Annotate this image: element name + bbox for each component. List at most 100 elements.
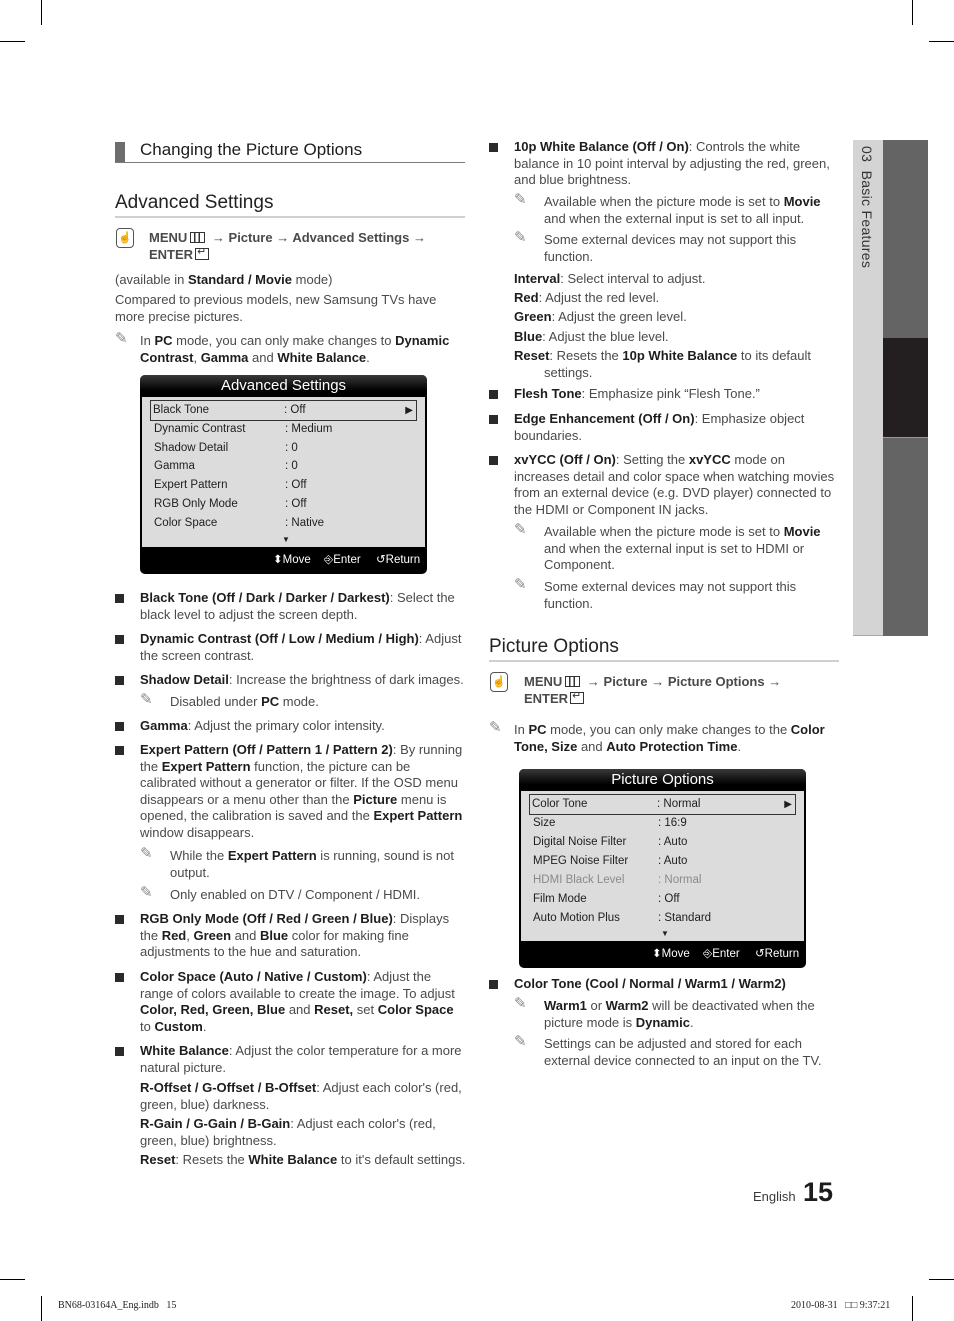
osd-row-dynamic-contrast[interactable]: Dynamic Contrast: Medium bbox=[152, 420, 415, 439]
text: Return bbox=[764, 948, 800, 960]
scroll-down-icon[interactable]: ▼ bbox=[282, 535, 290, 544]
side-block-lower bbox=[883, 437, 928, 636]
wb10-reset: Reset: Resets the 10p White Balance to i… bbox=[514, 348, 849, 381]
expert-pattern-note-inputs: ✎ Only enabled on DTV / Component / HDMI… bbox=[140, 884, 465, 904]
osd-row-black-tone[interactable]: Black Tone: Off ▶ bbox=[150, 400, 417, 421]
print-slug-timestamp: 2010-08-31 □□ 9:37:21 bbox=[791, 1300, 891, 1311]
note-pencil-icon: ✎ bbox=[140, 691, 153, 708]
right-arrow-icon: ▶ bbox=[784, 799, 792, 810]
note-pencil-icon: ✎ bbox=[489, 719, 502, 736]
text: Red bbox=[161, 927, 187, 943]
bullet-icon bbox=[489, 980, 498, 989]
item-gamma: Gamma: Adjust the primary color intensit… bbox=[115, 718, 465, 735]
text: Green bbox=[514, 309, 552, 324]
bullet-icon bbox=[489, 390, 498, 399]
text: : Native bbox=[285, 517, 324, 529]
text: mode, you can only make changes to bbox=[172, 333, 396, 348]
item-white-balance: White Balance: Adjust the color temperat… bbox=[115, 1043, 467, 1169]
text: : Adjust the red level. bbox=[538, 290, 660, 305]
text: Reset, bbox=[314, 1002, 354, 1017]
item-black-tone: Black Tone (Off / Dark / Darker / Darkes… bbox=[115, 590, 465, 623]
text: (available in bbox=[115, 272, 188, 287]
text: Basic Features bbox=[859, 170, 875, 269]
text: : Resets the bbox=[549, 348, 623, 363]
osd-body: Color Tone: Normal ▶ Size: 16:9 Digital N… bbox=[521, 791, 804, 941]
text: White Balance bbox=[277, 349, 367, 365]
text: Digital Noise Filter bbox=[533, 836, 627, 848]
color-tone-note-devices: ✎ Settings can be adjusted and stored fo… bbox=[514, 1033, 839, 1069]
text: White Balance bbox=[248, 1152, 338, 1167]
osd-row-mpeg-noise-filter[interactable]: MPEG Noise Filter: Auto bbox=[531, 852, 794, 871]
menu-label: MENU bbox=[149, 230, 188, 245]
picture-options-pc-note: ✎ In PC mode, you can only make changes … bbox=[489, 719, 834, 755]
crop-mark bbox=[912, 1296, 913, 1321]
osd-row-auto-motion-plus[interactable]: Auto Motion Plus: Standard bbox=[531, 909, 794, 928]
text: . bbox=[689, 1014, 694, 1030]
enter-icon bbox=[195, 244, 210, 261]
item-10p-white-balance: 10p White Balance (Off / On): Controls t… bbox=[489, 139, 834, 189]
text: MPEG Noise Filter bbox=[533, 855, 629, 867]
text: : Adjust the blue level. bbox=[542, 329, 669, 344]
scroll-down-icon[interactable]: ▼ bbox=[661, 929, 669, 938]
item-expert-pattern: Expert Pattern (Off / Pattern 1 / Patter… bbox=[115, 742, 465, 841]
text: In bbox=[514, 722, 529, 737]
picture-options-heading: Picture Options bbox=[489, 636, 839, 662]
bullet-icon bbox=[489, 415, 498, 424]
text: Some external devices may not support th… bbox=[544, 579, 797, 611]
text: and when the external input is set to HD… bbox=[544, 540, 805, 573]
osd-row-color-space[interactable]: Color Space: Native bbox=[152, 514, 415, 533]
text: 10p White Balance bbox=[622, 348, 738, 363]
text: : Standard bbox=[658, 912, 712, 924]
osd-row-shadow-detail[interactable]: Shadow Detail: 0 bbox=[152, 439, 415, 458]
note-pencil-icon: ✎ bbox=[514, 191, 527, 208]
text: Shadow Detail bbox=[140, 672, 229, 687]
item-xvycc: xvYCC (Off / On): Setting the xvYCC mode… bbox=[489, 452, 836, 518]
text: and bbox=[577, 738, 607, 754]
text: Film Mode bbox=[533, 893, 587, 905]
osd-row-film-mode[interactable]: Film Mode : Off bbox=[531, 890, 794, 909]
footer-language: English bbox=[753, 1189, 796, 1204]
item-flesh-tone: Flesh Tone: Emphasize pink “Flesh Tone.” bbox=[489, 386, 834, 403]
text: Return bbox=[385, 554, 421, 566]
text: : Auto bbox=[658, 836, 688, 848]
text: : 16:9 bbox=[658, 817, 687, 829]
text: R-Offset / G-Offset / B-Offset bbox=[140, 1080, 317, 1095]
return-hint: ↺ Return bbox=[755, 942, 799, 966]
osd-row-hdmi-black-level: HDMI Black Level: Normal bbox=[531, 871, 794, 890]
text: Some external devices may not support th… bbox=[544, 232, 797, 264]
text: Movie bbox=[783, 194, 821, 209]
text: : Increase the brightness of dark images… bbox=[228, 672, 464, 687]
xvycc-note-devices: ✎ Some external devices may not support … bbox=[514, 576, 814, 612]
section-title: Changing the Picture Options bbox=[140, 140, 363, 159]
text: Available when the picture mode is set t… bbox=[544, 194, 784, 209]
osd-row-size[interactable]: Size: 16:9 bbox=[531, 814, 794, 833]
osd-row-digital-noise-filter[interactable]: Digital Noise Filter : Auto bbox=[531, 833, 794, 852]
bullet-icon bbox=[115, 635, 124, 644]
text: Gamma bbox=[154, 460, 195, 472]
remote-hand-icon: ☝ bbox=[490, 672, 508, 692]
osd-row-color-tone[interactable]: Color Tone: Normal ▶ bbox=[529, 794, 796, 815]
osd-row-rgb-only-mode[interactable]: RGB Only Mode: Off bbox=[152, 495, 415, 514]
bullet-icon bbox=[115, 973, 124, 982]
chapter-side-tab: 03 Basic Features bbox=[853, 140, 883, 636]
crop-mark bbox=[929, 41, 954, 42]
text: White Balance bbox=[140, 1043, 229, 1058]
text: Reset bbox=[514, 348, 550, 363]
note-pencil-icon: ✎ bbox=[514, 521, 527, 538]
text: Only enabled on DTV / Component / HDMI. bbox=[170, 887, 421, 902]
osd-row-expert-pattern[interactable]: Expert Pattern: Off bbox=[152, 476, 415, 495]
print-slug-file: BN68-03164A_Eng.indb 15 bbox=[58, 1300, 177, 1311]
color-tone-note-warm: ✎ Warm1 or Warm2 will be deactivated whe… bbox=[514, 995, 834, 1031]
crop-mark bbox=[41, 1296, 42, 1321]
text: 10p White Balance (Off / On) bbox=[514, 139, 689, 154]
text: Dynamic Contrast bbox=[154, 423, 246, 435]
text: : Off bbox=[658, 893, 680, 905]
note-pencil-icon: ✎ bbox=[140, 845, 153, 862]
osd-footer: ⬍ Move ⎆ Enter ↺ Return bbox=[140, 548, 427, 574]
side-block-upper bbox=[883, 140, 928, 338]
menu-path-text: → Picture → Advanced Settings → bbox=[211, 230, 426, 245]
text: to it's default settings. bbox=[337, 1152, 466, 1167]
osd-row-gamma[interactable]: Gamma: 0 bbox=[152, 457, 415, 476]
text: Movie bbox=[783, 524, 821, 539]
menu-path: MENU → Picture → Advanced Settings → ENT… bbox=[149, 229, 449, 263]
